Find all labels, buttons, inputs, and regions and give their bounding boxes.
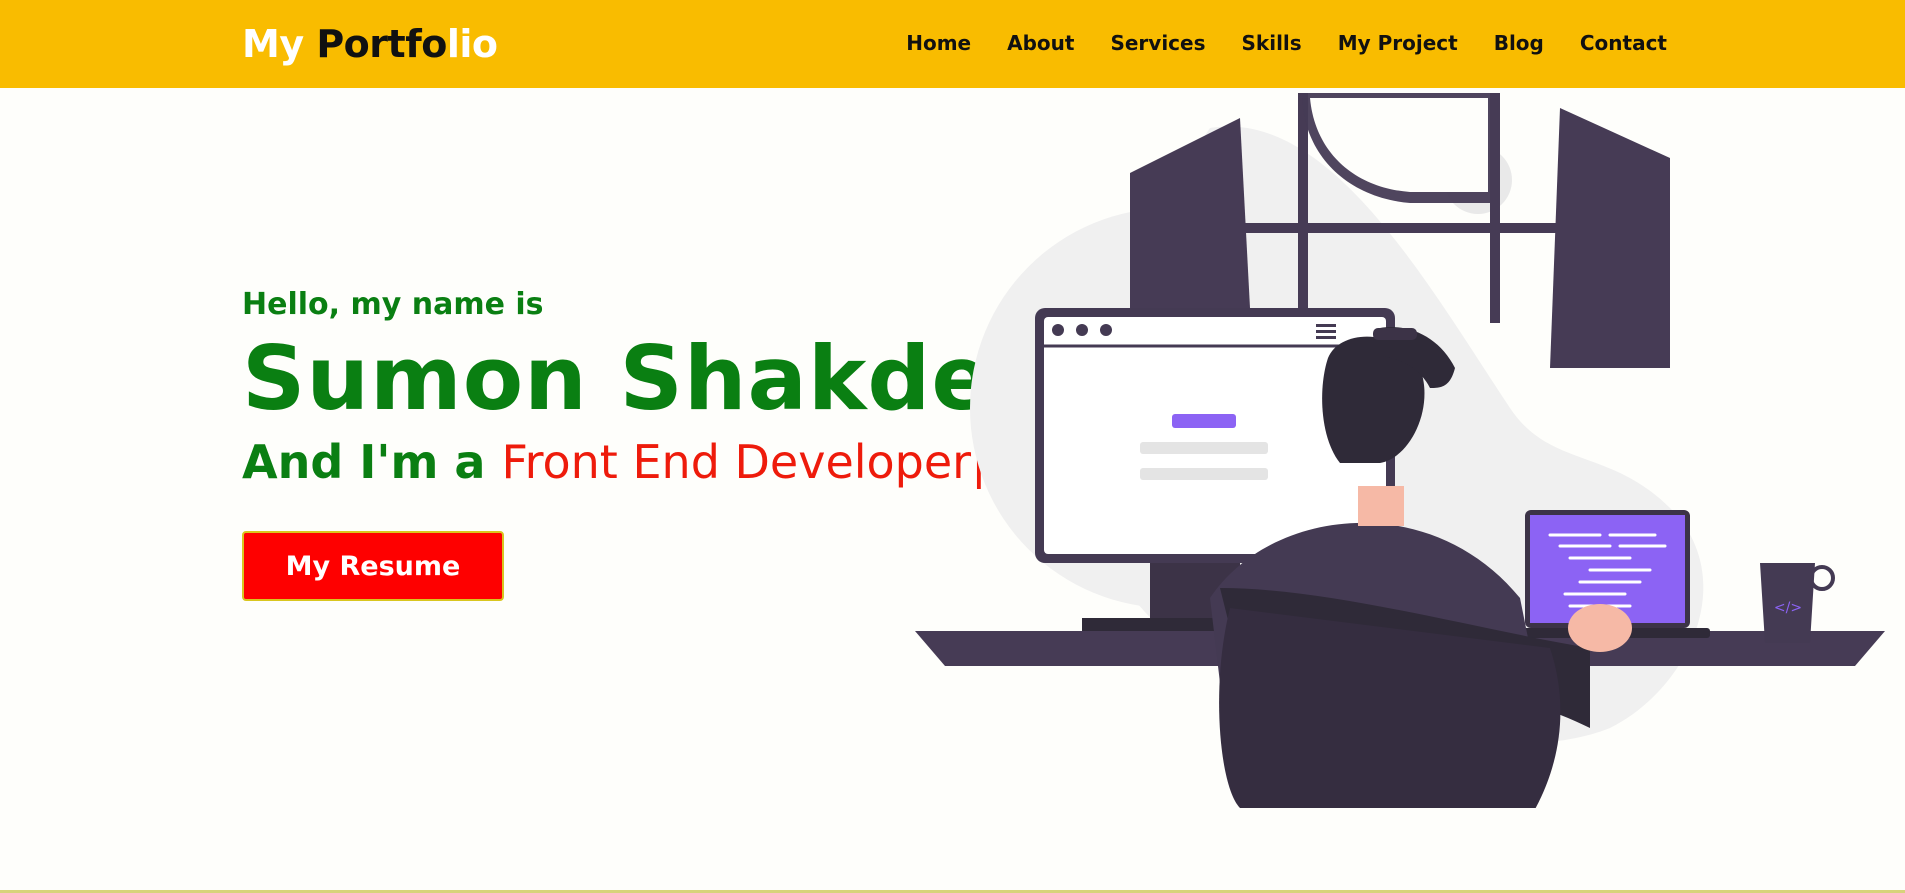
logo-text-3: lio — [446, 22, 498, 66]
nav-link-blog[interactable]: Blog — [1494, 28, 1544, 58]
nav-link-my-project[interactable]: My Project — [1338, 28, 1458, 58]
my-resume-button[interactable]: My Resume — [242, 531, 504, 601]
role-typed-text: Front End Developer — [501, 435, 972, 489]
nav-link-skills[interactable]: Skills — [1242, 28, 1302, 58]
nav-link-home[interactable]: Home — [906, 28, 971, 58]
mug-code-label: </> — [1774, 600, 1802, 616]
role-prefix: And I'm a — [242, 435, 502, 489]
nav-link-about[interactable]: About — [1007, 28, 1074, 58]
site-logo[interactable]: My Portfolio — [242, 18, 498, 70]
navbar: My Portfolio Home About Services Skills … — [0, 0, 1905, 88]
nav-link-services[interactable]: Services — [1110, 28, 1205, 58]
main-nav: Home About Services Skills My Project Bl… — [870, 28, 1667, 58]
nav-link-contact[interactable]: Contact — [1580, 28, 1667, 58]
logo-text-1: My — [242, 22, 317, 66]
developer-illustration: </> — [915, 93, 1885, 808]
logo-text-2: Portfo — [316, 22, 447, 66]
